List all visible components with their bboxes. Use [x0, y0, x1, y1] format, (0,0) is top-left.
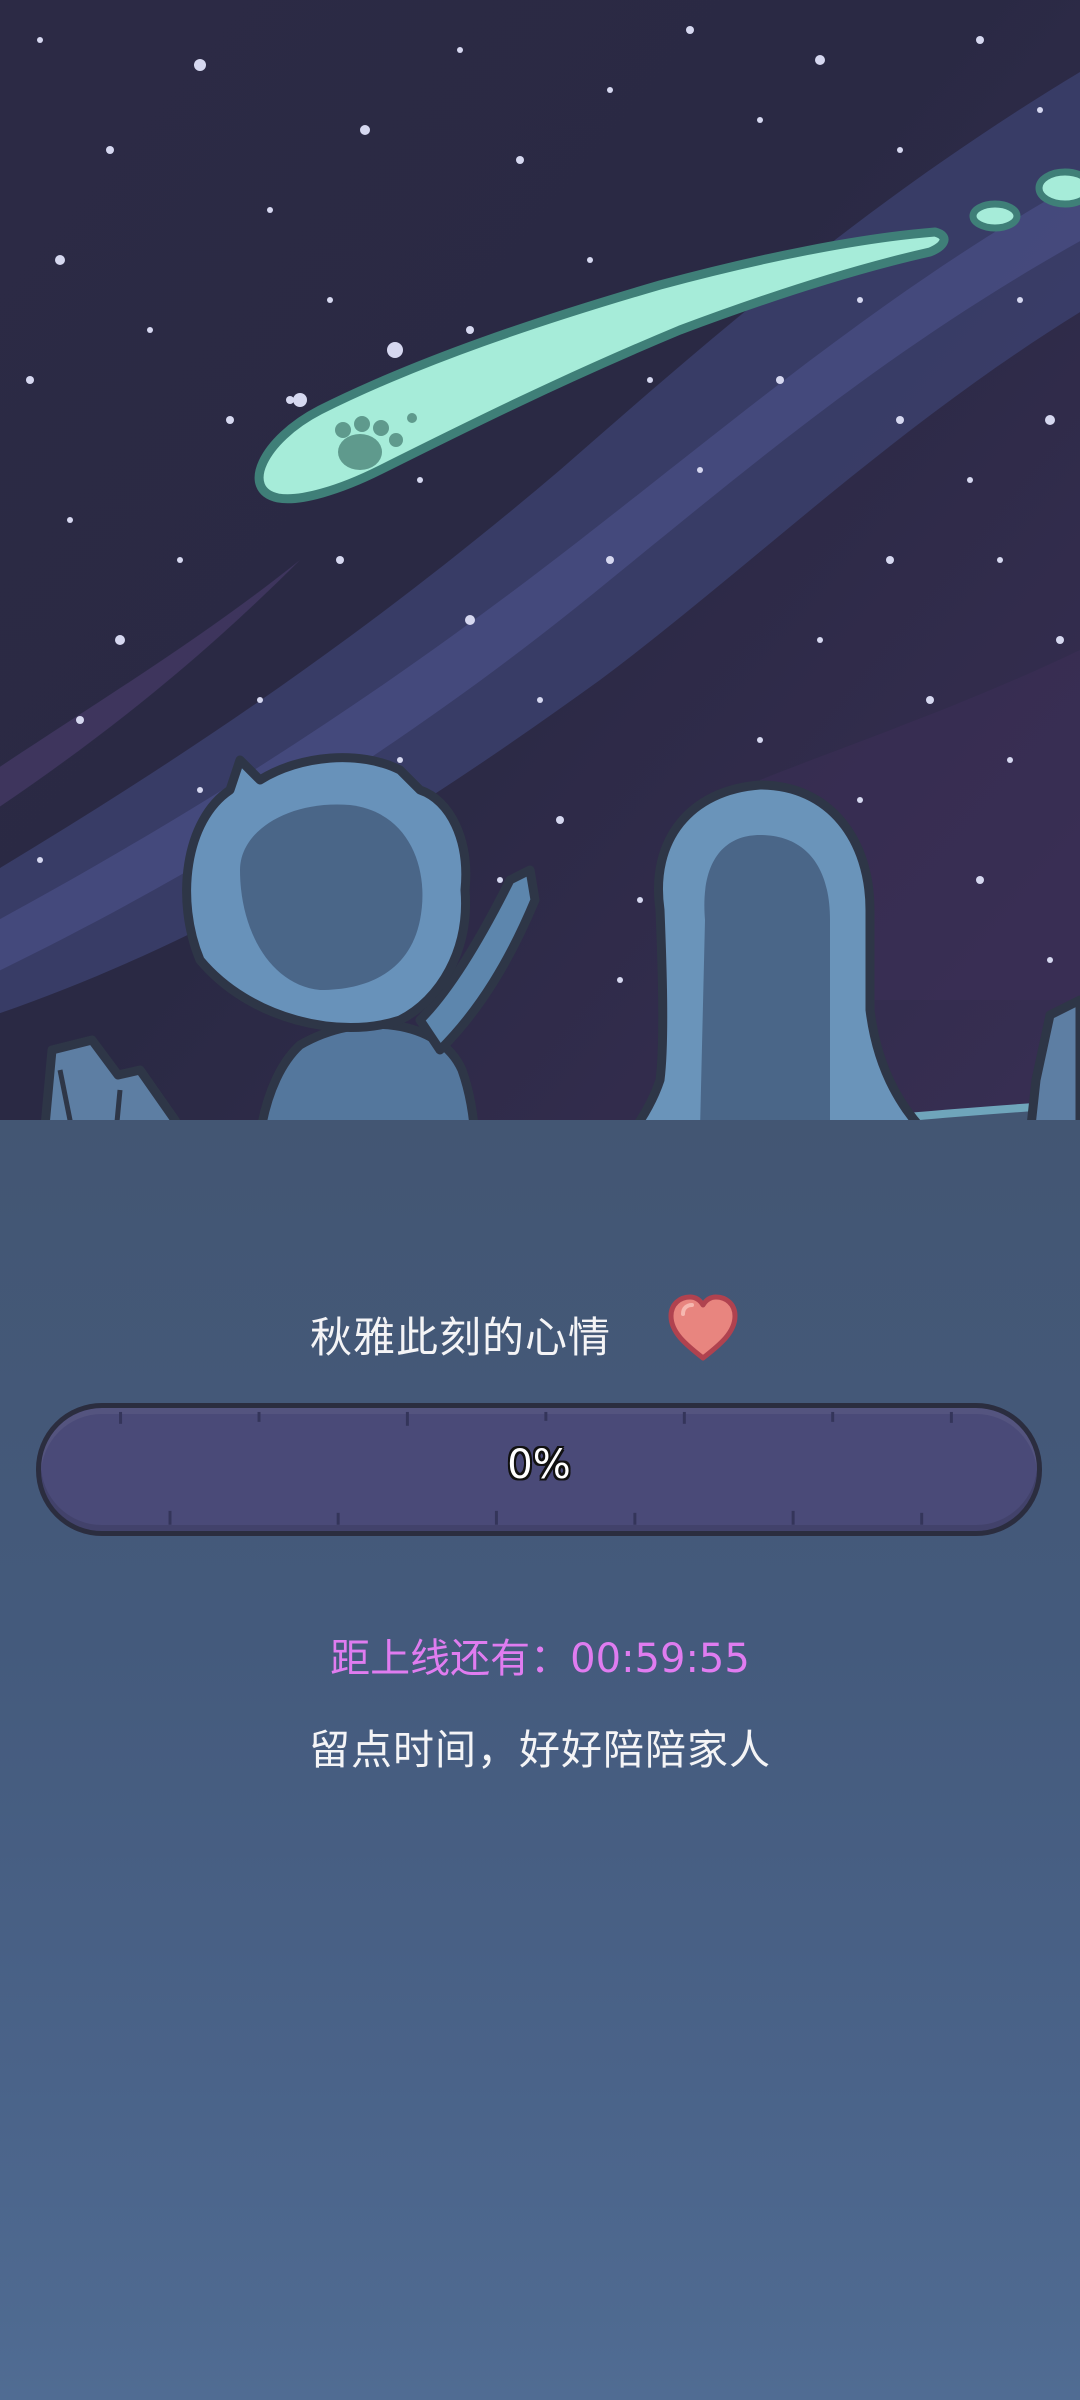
- mood-header: 秋雅此刻的心情: [0, 1290, 1080, 1370]
- mood-progress-bar: 0%: [36, 1403, 1042, 1536]
- mood-percent: 0%: [507, 1442, 571, 1488]
- family-time-hint: 留点时间，好好陪陪家人: [309, 1726, 771, 1774]
- online-countdown: 距上线还有：00:59:55: [0, 1626, 1080, 1684]
- countdown-label: 距上线还有：: [330, 1636, 571, 1682]
- game-screen: 秋雅此刻的心情 0% 距上线还有：00:59:55 留点时间，好好陪陪家人: [0, 0, 1080, 2400]
- night-sky-illustration: [0, 0, 1080, 1290]
- heart-icon: [668, 1294, 738, 1361]
- countdown-time: 00:59:55: [570, 1636, 750, 1682]
- mood-label: 秋雅此刻的心情: [310, 1313, 612, 1362]
